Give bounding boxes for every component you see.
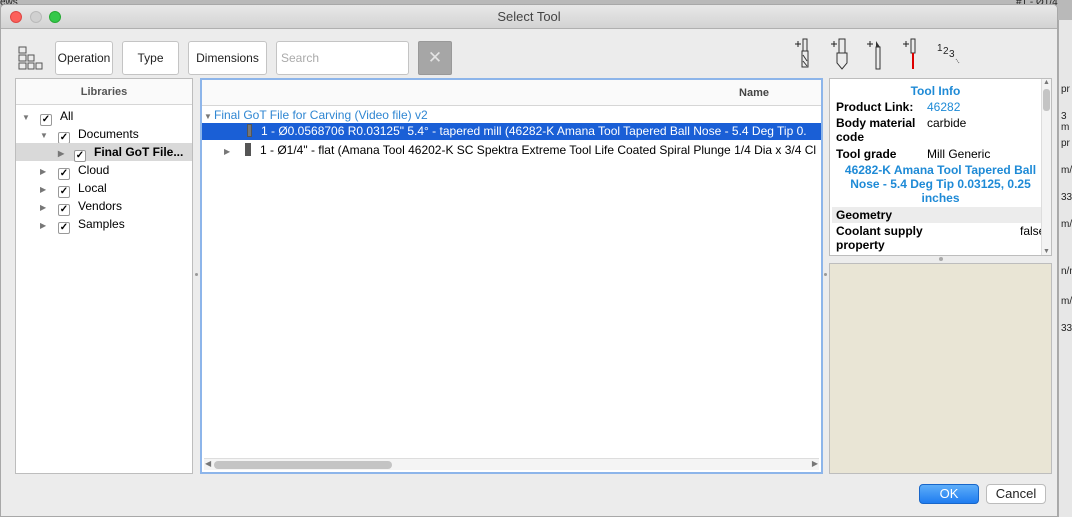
- library-item-label: Cloud: [78, 163, 110, 177]
- geometry-section: Geometry: [832, 207, 1041, 223]
- product-link[interactable]: 46282: [927, 100, 960, 114]
- turning-tool-icon[interactable]: [863, 37, 891, 71]
- body-material-value: carbide: [927, 116, 967, 130]
- library-item-all[interactable]: ▼ ✓ All: [22, 107, 74, 127]
- background-snippet: m/: [1061, 296, 1072, 307]
- library-item-final-got[interactable]: ▶ ✓ Final GoT File...: [16, 143, 192, 162]
- title-bar: Select Tool: [1, 5, 1057, 29]
- tool-grade-label: Tool grade: [836, 147, 897, 161]
- checkbox[interactable]: ✓: [58, 222, 70, 234]
- toolbar: Operation Type Dimensions ✕: [1, 37, 1057, 75]
- dimensions-filter-button[interactable]: Dimensions: [188, 41, 267, 75]
- numbering-icon[interactable]: 1 2 3: [935, 37, 963, 71]
- minimize-window-button[interactable]: [30, 11, 42, 23]
- splitter-handle[interactable]: [195, 273, 198, 276]
- library-item-label: All: [60, 109, 74, 123]
- ok-button[interactable]: OK: [919, 484, 979, 504]
- background-snippet: n/m: [1061, 266, 1072, 277]
- svg-text:3: 3: [949, 49, 955, 60]
- tool-info-title: Tool Info: [910, 84, 961, 98]
- background-snippet: m/: [1061, 165, 1072, 176]
- tool-info-pane: Tool Info Product Link: 46282 Body mater…: [829, 78, 1052, 256]
- background-snippet: 3 m: [1061, 111, 1070, 133]
- flat-endmill-icon: [245, 143, 251, 156]
- horizontal-scrollbar[interactable]: ◀ ▶: [204, 458, 819, 470]
- scrollbar-thumb[interactable]: [1043, 89, 1050, 111]
- drill-tool-icon[interactable]: [827, 37, 855, 71]
- library-item-local[interactable]: ▶ ✓ Local: [40, 179, 107, 198]
- cancel-button[interactable]: Cancel: [986, 484, 1046, 504]
- scrollbar-thumb[interactable]: [214, 461, 392, 469]
- library-item-label: Documents: [78, 127, 139, 141]
- tool-list-pane: Name ▼ Final GoT File for Carving (Video …: [200, 78, 823, 474]
- library-item-cloud[interactable]: ▶ ✓ Cloud: [40, 161, 110, 180]
- operation-filter-button[interactable]: Operation: [55, 41, 113, 75]
- tool-label: 1 - Ø0.0568706 R0.03125" 5.4° - tapered …: [261, 124, 807, 138]
- splitter-handle[interactable]: [939, 257, 943, 261]
- tool-description: 46282-K Amana Tool Tapered Ball Nose - 5…: [844, 163, 1037, 205]
- background-snippet: 33: [1061, 192, 1072, 203]
- list-view-icon[interactable]: [17, 45, 43, 71]
- scroll-right-icon[interactable]: ▶: [812, 459, 818, 468]
- library-item-vendors[interactable]: ▶ ✓ Vendors: [40, 197, 123, 216]
- collapsed-arrow-icon[interactable]: ▶: [224, 143, 234, 159]
- scroll-up-icon[interactable]: ▲: [1043, 79, 1050, 86]
- select-tool-dialog: Select Tool Operation Type Dimensions ✕: [0, 4, 1058, 517]
- name-header-label: Name: [739, 87, 769, 99]
- library-item-label: Samples: [78, 217, 125, 231]
- tool-row[interactable]: ▶ 1 - Ø1/4" - flat (Amana Tool 46202-K SC…: [202, 141, 821, 159]
- expanded-arrow-icon[interactable]: ▼: [22, 109, 32, 127]
- tool-row-selected[interactable]: 1 - Ø0.0568706 R0.03125" 5.4° - tapered …: [202, 123, 821, 140]
- library-item-label: Final GoT File...: [94, 145, 184, 159]
- close-window-button[interactable]: [10, 11, 22, 23]
- tool-preview-pane: [829, 263, 1052, 474]
- clear-filter-button[interactable]: ✕: [418, 41, 452, 75]
- vertical-scrollbar[interactable]: ▲ ▼: [1041, 79, 1051, 255]
- tool-group-row[interactable]: ▼ Final GoT File for Carving (Video file)…: [204, 106, 428, 124]
- splitter-handle[interactable]: [824, 273, 827, 276]
- zoom-window-button[interactable]: [49, 11, 61, 23]
- libraries-header: Libraries: [16, 79, 192, 105]
- library-item-label: Vendors: [78, 199, 123, 213]
- coolant-label: Coolant supply property: [836, 224, 923, 252]
- background-snippet: pr: [1061, 138, 1070, 149]
- search-input[interactable]: [276, 41, 409, 75]
- endmill-icon: [247, 124, 252, 137]
- background-snippet: m/: [1061, 219, 1072, 230]
- name-column-header[interactable]: Name: [202, 80, 821, 106]
- tool-group-label: Final GoT File for Carving (Video file) …: [214, 108, 428, 122]
- scroll-left-icon[interactable]: ◀: [205, 459, 211, 468]
- library-item-samples[interactable]: ▶ ✓ Samples: [40, 215, 125, 235]
- library-item-label: Local: [78, 181, 107, 195]
- mill-tool-icon[interactable]: [791, 37, 819, 71]
- scroll-down-icon[interactable]: ▼: [1043, 248, 1050, 255]
- window-title: Select Tool: [497, 9, 561, 24]
- library-item-documents[interactable]: ▼ ✓ Documents: [40, 125, 139, 144]
- libraries-pane: Libraries ▼ ✓ All ▼ ✓ Documents ▶ ✓ Final GoT …: [15, 78, 193, 474]
- background-snippet: pr: [1061, 84, 1070, 95]
- body-material-label: Body material code: [836, 116, 916, 144]
- tool-label: 1 - Ø1/4" - flat (Amana Tool 46202-K SC …: [260, 143, 817, 157]
- background-snippet: 33: [1061, 323, 1072, 334]
- probe-tool-icon[interactable]: [899, 37, 927, 71]
- type-filter-button[interactable]: Type: [122, 41, 179, 75]
- tool-grade-value: Mill Generic: [927, 147, 991, 161]
- product-link-label: Product Link:: [836, 100, 914, 114]
- collapsed-arrow-icon[interactable]: ▶: [40, 217, 50, 235]
- background-right-strip: pr 3 m pr m/ 33 m/ n/m m/ 33: [1058, 20, 1072, 517]
